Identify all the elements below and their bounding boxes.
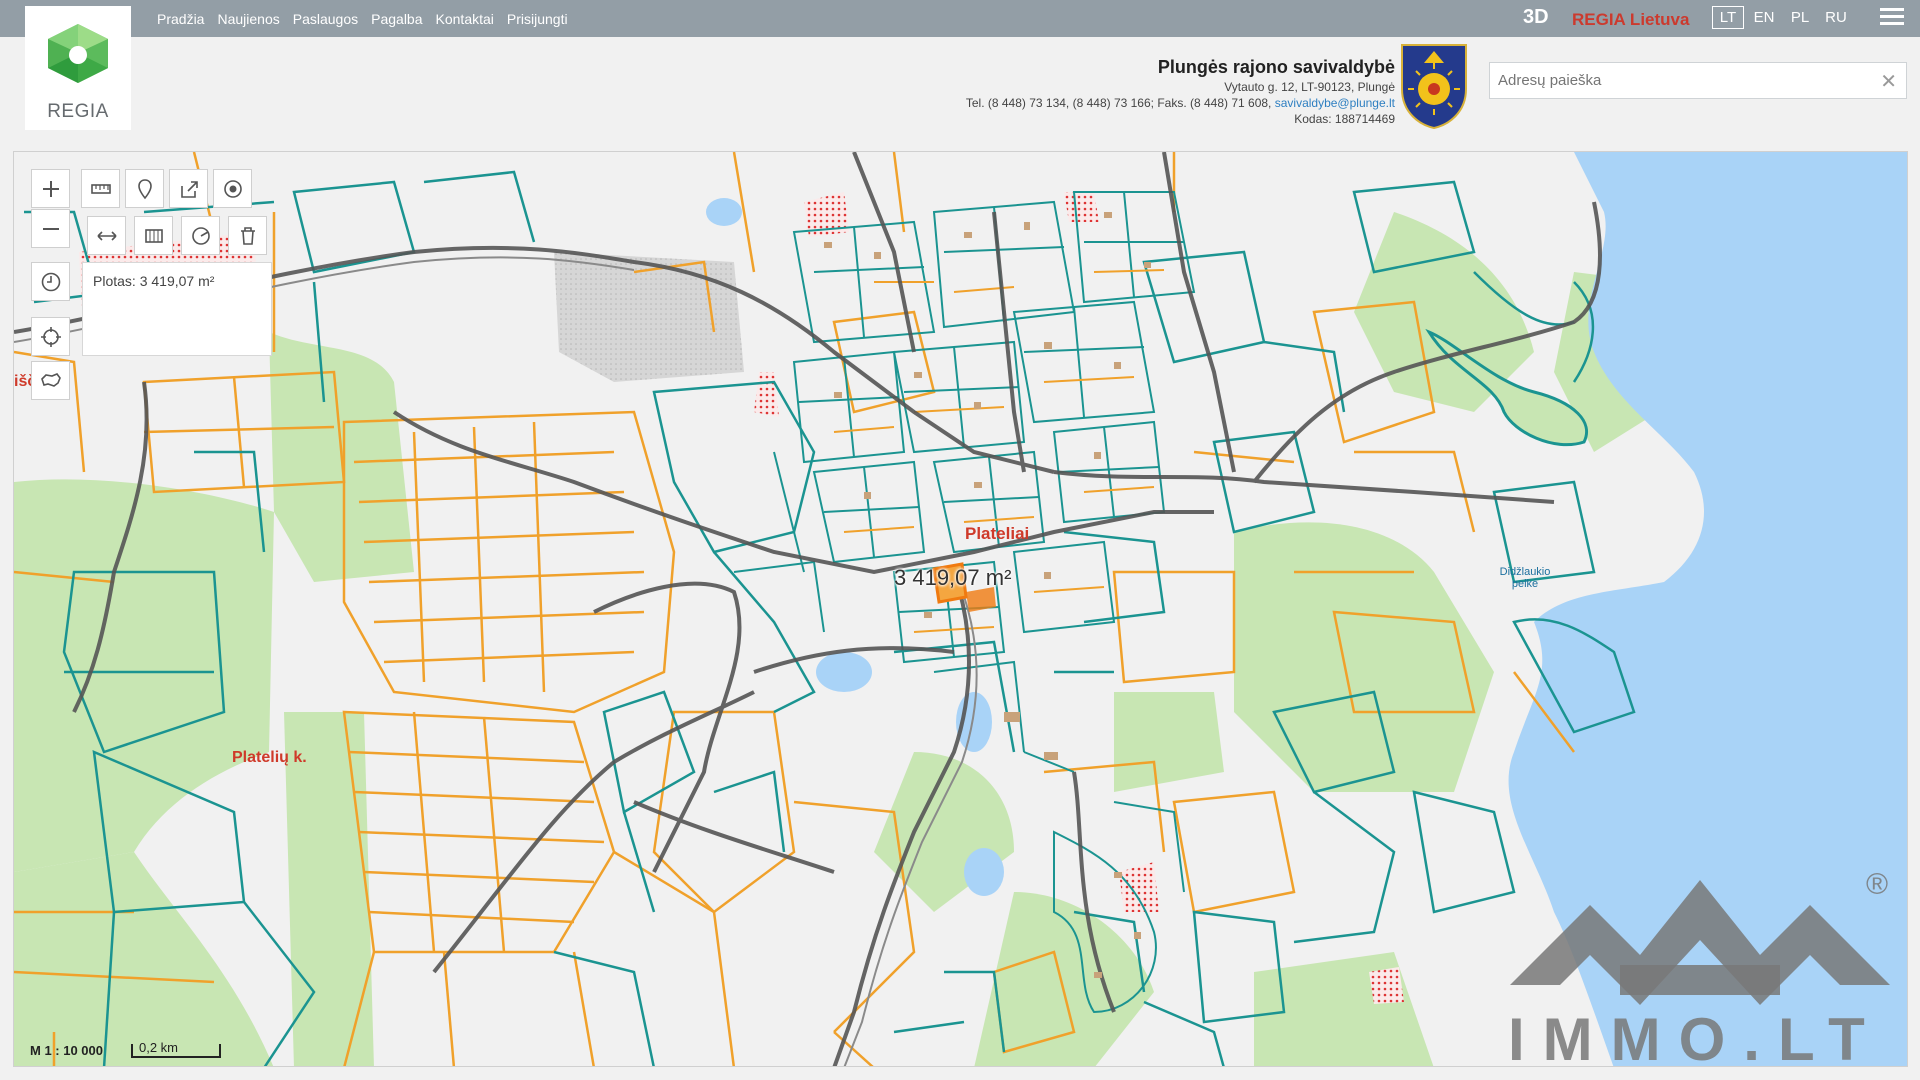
municipality-info: Plungės rajono savivaldybė Vytauto g. 12… xyxy=(695,57,1395,126)
nav-naujienos[interactable]: Naujienos xyxy=(217,11,279,27)
address-search: ✕ xyxy=(1489,62,1907,99)
logo-text: REGIA xyxy=(47,101,109,122)
area-readout: Plotas: 3 419,07 m² xyxy=(93,273,215,289)
trash-icon xyxy=(240,226,255,245)
measure-label: 3 419,07 m² xyxy=(894,565,1012,590)
circle-measure-icon xyxy=(191,226,210,245)
municipality-name: Plungės rajono savivaldybė xyxy=(1157,57,1395,77)
municipality-code: Kodas: 188714469 xyxy=(1294,112,1395,126)
watermark-registered: ® xyxy=(1866,868,1889,901)
clear-measurements-button[interactable] xyxy=(228,216,267,255)
my-location-button[interactable] xyxy=(31,317,70,356)
place-label-plateliai: Plateliai xyxy=(965,524,1030,543)
target-icon xyxy=(223,179,242,198)
regia-logo-icon xyxy=(48,24,108,83)
place-marker-button[interactable] xyxy=(125,169,164,208)
arrows-horizontal-icon xyxy=(96,230,117,241)
area-icon xyxy=(144,228,163,243)
ruler-icon xyxy=(90,183,111,194)
lang-lt[interactable]: LT xyxy=(1712,6,1744,29)
measure-length-button[interactable] xyxy=(87,216,126,255)
locate-point-button[interactable] xyxy=(213,169,252,208)
nav-pradzia[interactable]: Pradžia xyxy=(157,11,204,27)
crosshair-icon xyxy=(40,326,61,347)
place-label-plateliu-k: Platelių k. xyxy=(232,749,307,766)
lithuania-shape-icon xyxy=(40,372,61,387)
main-nav: Pradžia Naujienos Paslaugos Pagalba Kont… xyxy=(157,0,581,37)
municipality-address: Vytauto g. 12, LT-90123, Plungė xyxy=(1224,80,1395,94)
measure-area-button[interactable] xyxy=(134,216,173,255)
nav-kontaktai[interactable]: Kontaktai xyxy=(436,11,494,27)
language-switcher: LT EN PL RU xyxy=(1712,6,1856,29)
scale-ratio: M 1 : 10 000 xyxy=(30,1043,103,1058)
nav-paslaugos[interactable]: Paslaugos xyxy=(293,11,358,27)
place-label-swamp: Didžlaukio pelkė xyxy=(1499,566,1551,590)
clock-icon xyxy=(41,272,60,291)
country-extent-button[interactable] xyxy=(31,361,70,400)
lang-en[interactable]: EN xyxy=(1748,6,1780,29)
phone-text: Tel. (8 448) 73 134, (8 448) 73 166; Fak… xyxy=(965,96,1272,110)
measure-circle-button[interactable] xyxy=(181,216,220,255)
scale-bar: 0,2 km xyxy=(131,1040,221,1058)
lang-pl[interactable]: PL xyxy=(1784,6,1816,29)
scale-bar-label: 0,2 km xyxy=(139,1039,179,1055)
plus-icon xyxy=(42,180,59,197)
coat-of-arms-icon xyxy=(1401,44,1467,129)
history-button[interactable] xyxy=(31,262,70,301)
share-button[interactable] xyxy=(169,169,208,208)
regia-logo[interactable]: REGIA xyxy=(25,6,131,130)
address-search-input[interactable] xyxy=(1490,63,1870,98)
clear-icon[interactable]: ✕ xyxy=(1880,69,1897,94)
brand-link[interactable]: REGIA Lietuva xyxy=(1572,10,1689,30)
minus-icon xyxy=(42,227,59,230)
municipality-phones: Tel. (8 448) 73 134, (8 448) 73 166; Fak… xyxy=(695,97,1395,110)
email-link[interactable]: savivaldybe@plunge.lt xyxy=(1275,96,1395,110)
watermark-text: IMMO.LT xyxy=(1508,1006,1883,1073)
lang-ru[interactable]: RU xyxy=(1820,6,1852,29)
marker-icon xyxy=(137,178,152,199)
zoom-out-button[interactable] xyxy=(31,209,70,248)
measure-distance-button[interactable] xyxy=(81,169,120,208)
share-icon xyxy=(180,180,198,198)
zoom-in-button[interactable] xyxy=(31,169,70,208)
3d-button[interactable]: 3D xyxy=(1523,6,1549,29)
menu-icon[interactable] xyxy=(1880,8,1904,28)
nav-prisijungti[interactable]: Prisijungti xyxy=(507,11,568,27)
nav-pagalba[interactable]: Pagalba xyxy=(371,11,422,27)
scale-indicator: M 1 : 10 000 0,2 km xyxy=(30,1040,221,1058)
